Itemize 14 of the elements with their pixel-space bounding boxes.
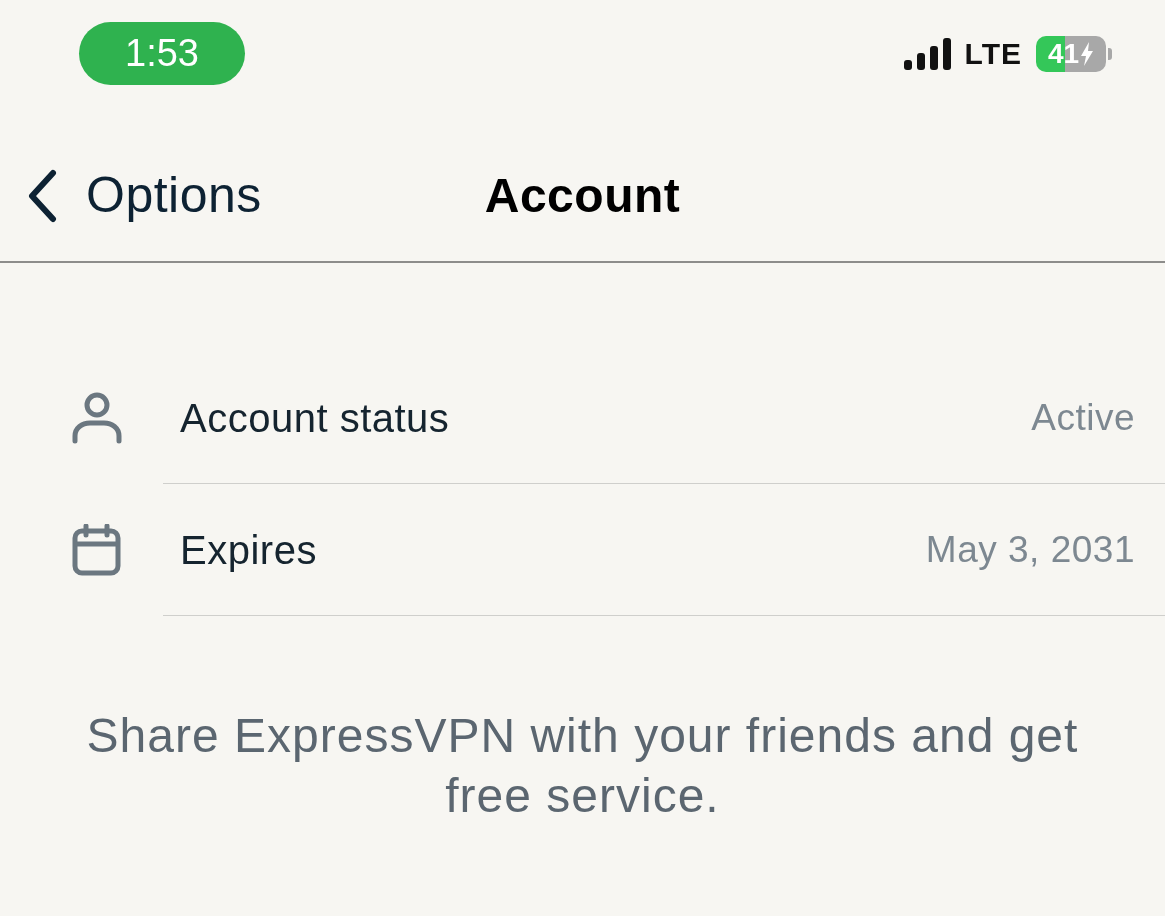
row-value: May 3, 2031 bbox=[925, 527, 1135, 572]
row-value: Active bbox=[1031, 395, 1135, 440]
calendar-icon bbox=[72, 524, 121, 576]
charging-bolt-icon bbox=[1080, 41, 1095, 66]
person-icon bbox=[72, 392, 122, 444]
clock-time: 1:53 bbox=[79, 22, 245, 85]
network-type: LTE bbox=[964, 36, 1022, 72]
referral-message: Share ExpressVPN with your friends and get free service. bbox=[85, 708, 1080, 824]
chevron-left-icon bbox=[27, 168, 58, 223]
back-button[interactable]: Options bbox=[0, 158, 262, 233]
row-label: Expires bbox=[180, 526, 317, 574]
row-label: Account status bbox=[180, 394, 450, 442]
signal-icon bbox=[903, 37, 951, 70]
page-title: Account bbox=[484, 167, 681, 224]
